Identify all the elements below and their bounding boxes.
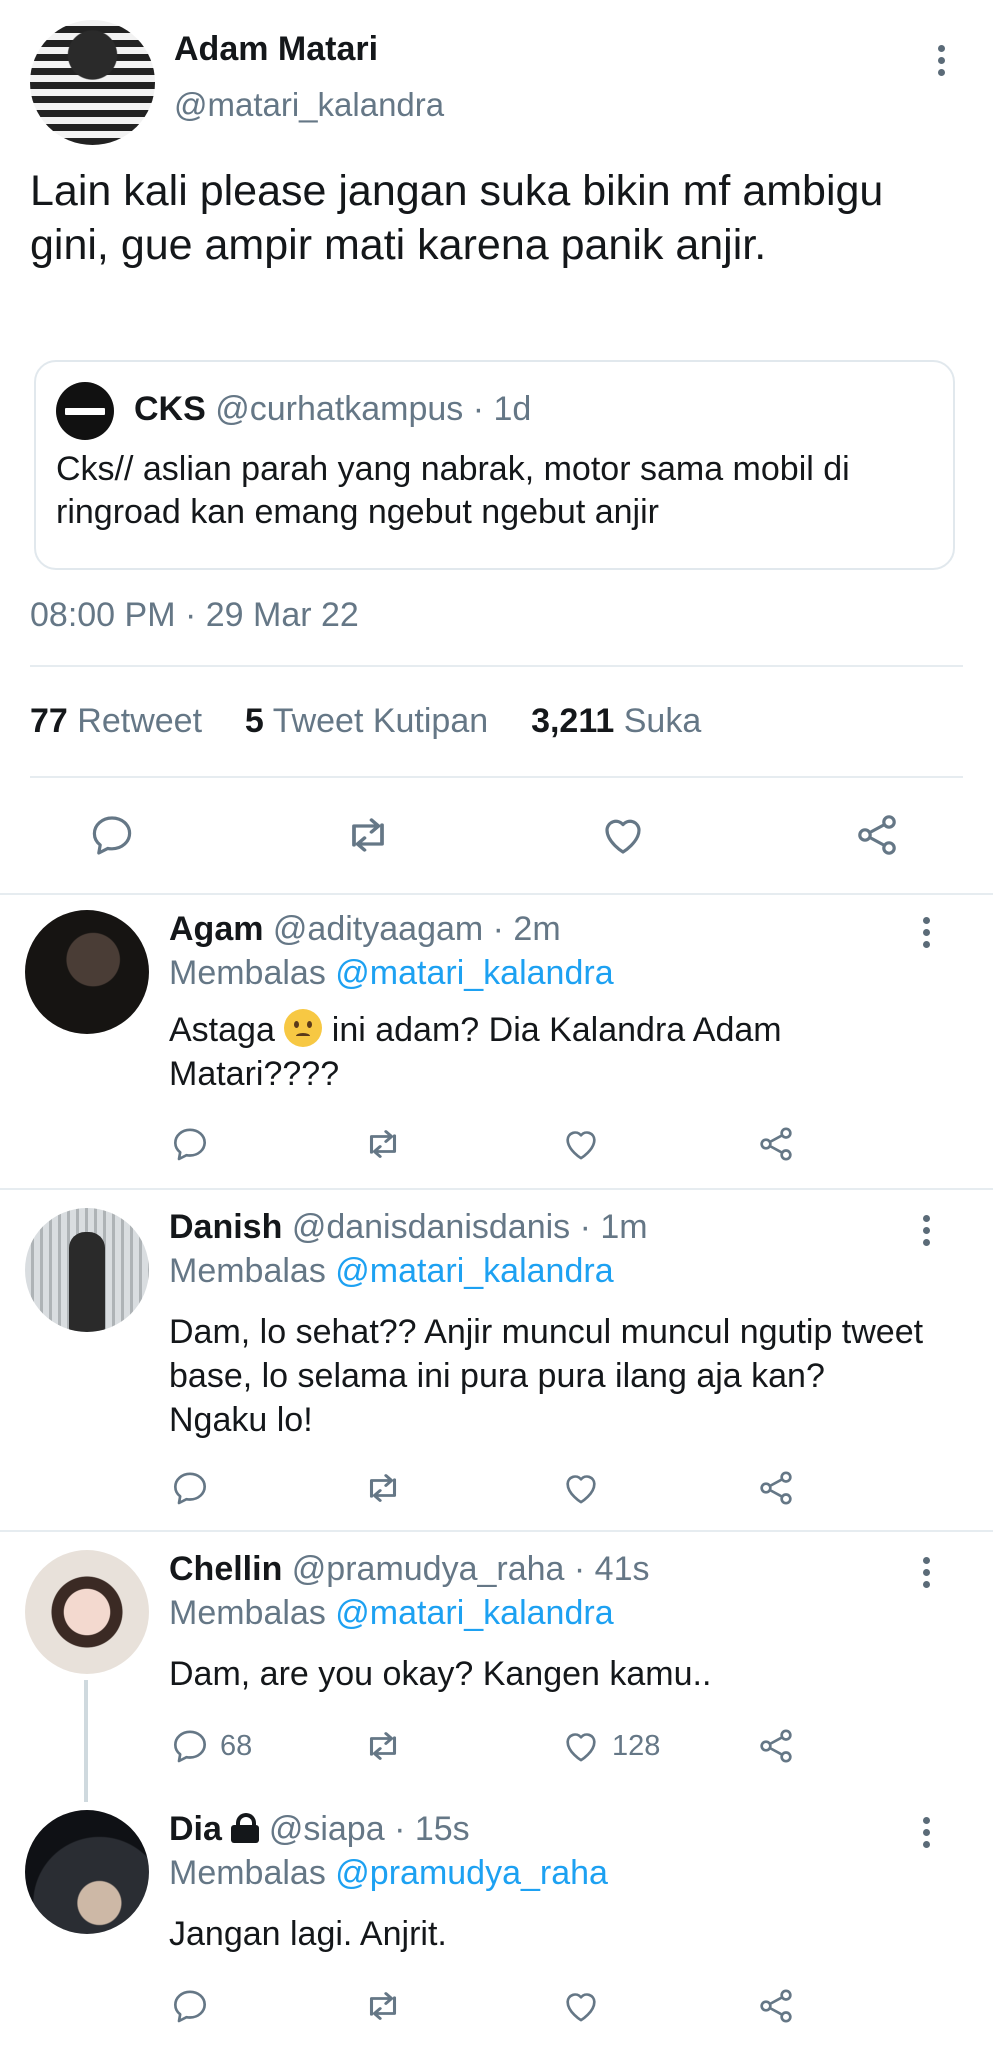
replying-to-handle[interactable]: @matari_kalandra — [335, 1252, 613, 1290]
share-icon[interactable] — [755, 1468, 797, 1508]
share-action[interactable] — [755, 1468, 797, 1508]
divider — [30, 776, 963, 778]
reply-action[interactable] — [170, 1124, 220, 1164]
like-icon[interactable] — [560, 1124, 602, 1164]
replying-to-handle[interactable]: @pramudya_raha — [335, 1854, 608, 1892]
reply-avatar[interactable] — [25, 1550, 149, 1674]
like-count[interactable]: 3,211 — [531, 702, 614, 740]
tweet-stats: 77 Retweet 5 Tweet Kutipan 3,211 Suka — [30, 702, 701, 741]
reply-author-name[interactable]: Danish — [169, 1208, 282, 1246]
reply-avatar[interactable] — [25, 910, 149, 1034]
reply-author-meta: @siapa · 15s — [268, 1810, 470, 1848]
reply-author-meta: @adityaagam · 2m — [272, 910, 561, 948]
replying-to-handle[interactable]: @matari_kalandra — [335, 954, 613, 992]
reply-icon[interactable] — [170, 1726, 210, 1766]
more-options-icon[interactable] — [916, 1812, 936, 1852]
replying-to-handle[interactable]: @matari_kalandra — [335, 1594, 613, 1632]
retweet-icon[interactable] — [340, 811, 396, 859]
reply-author-name[interactable]: Agam — [169, 910, 263, 948]
quoted-author-name: CKS — [134, 390, 206, 428]
retweet-icon[interactable] — [360, 1726, 406, 1766]
retweet-action[interactable] — [360, 1986, 406, 2026]
quoted-tweet[interactable]: CKS @curhatkampus · 1d Cks// aslian para… — [34, 360, 955, 570]
quote-count[interactable]: 5 — [245, 702, 264, 740]
divider — [0, 1530, 993, 1532]
like-icon[interactable] — [598, 811, 648, 859]
reply-icon[interactable] — [170, 1986, 210, 2026]
retweet-icon[interactable] — [360, 1124, 406, 1164]
reply-count: 68 — [220, 1729, 253, 1762]
divider — [0, 1188, 993, 1190]
reply-action[interactable] — [170, 1986, 220, 2026]
divider — [30, 665, 963, 667]
quote-label[interactable]: Tweet Kutipan — [273, 702, 488, 740]
more-options-icon[interactable] — [916, 1210, 936, 1250]
retweet-action[interactable] — [360, 1468, 406, 1508]
reply-avatar[interactable] — [25, 1208, 149, 1332]
lock-icon — [231, 1813, 260, 1843]
like-icon[interactable] — [560, 1726, 602, 1766]
author-name[interactable]: Adam Matari — [174, 30, 378, 69]
like-action[interactable] — [560, 1124, 612, 1164]
reply-avatar[interactable] — [25, 1810, 149, 1934]
share-icon[interactable] — [755, 1124, 797, 1164]
author-avatar[interactable] — [30, 20, 155, 145]
like-icon[interactable] — [560, 1468, 602, 1508]
share-icon[interactable] — [755, 1726, 797, 1766]
author-handle[interactable]: @matari_kalandra — [174, 86, 444, 124]
replying-to-label: Membalas — [169, 1252, 326, 1290]
reply-action[interactable] — [170, 1468, 220, 1508]
reply-action[interactable]: 68 — [170, 1726, 252, 1766]
replying-to-label: Membalas — [169, 954, 326, 992]
quoted-avatar — [56, 382, 114, 440]
reply-icon[interactable] — [88, 811, 136, 859]
like-label[interactable]: Suka — [624, 702, 702, 740]
replying-to-label: Membalas — [169, 1594, 326, 1632]
reply-icon[interactable] — [170, 1468, 210, 1508]
reply-text: Dam, lo sehat?? Anjir muncul muncul ngut… — [169, 1313, 924, 1439]
reply-text: Astaga ini adam? Dia Kalandra Adam Matar… — [169, 1009, 782, 1093]
share-action[interactable] — [755, 1124, 797, 1164]
like-action[interactable]: 128 — [560, 1726, 660, 1766]
like-action[interactable] — [560, 1468, 612, 1508]
reply-author-meta: @pramudya_raha · 41s — [291, 1550, 650, 1588]
replying-to-label: Membalas — [169, 1854, 326, 1892]
tweet-timestamp: 08:00 PM · 29 Mar 22 — [30, 596, 359, 634]
retweet-action[interactable] — [360, 1124, 406, 1164]
share-action[interactable] — [755, 1986, 797, 2026]
reply-icon[interactable] — [170, 1124, 210, 1164]
more-options-icon[interactable] — [931, 40, 951, 80]
divider — [0, 893, 993, 895]
like-icon[interactable] — [560, 1986, 602, 2026]
reply-author-name[interactable]: Chellin — [169, 1550, 282, 1588]
tweet-text: Lain kali please jangan suka bikin mf am… — [30, 167, 884, 269]
like-action[interactable] — [560, 1986, 612, 2026]
reply-text: Dam, are you okay? Kangen kamu.. — [169, 1655, 712, 1693]
reply-author-meta: @danisdanisdanis · 1m — [291, 1208, 648, 1246]
more-options-icon[interactable] — [916, 1552, 936, 1592]
quoted-author-meta: @curhatkampus · 1d — [215, 390, 532, 428]
share-icon[interactable] — [852, 811, 902, 859]
reply-text: Jangan lagi. Anjrit. — [169, 1915, 447, 1953]
share-icon[interactable] — [755, 1986, 797, 2026]
share-action[interactable] — [755, 1726, 797, 1766]
retweet-action[interactable] — [360, 1726, 406, 1766]
reply-author-name[interactable]: Dia — [169, 1810, 222, 1848]
quoted-text: Cks// aslian parah yang nabrak, motor sa… — [56, 450, 850, 531]
retweet-label[interactable]: Retweet — [77, 702, 202, 740]
more-options-icon[interactable] — [916, 912, 936, 952]
like-count: 128 — [612, 1729, 661, 1762]
retweet-icon[interactable] — [360, 1468, 406, 1508]
worried-face-emoji — [284, 1009, 323, 1047]
thread-line — [84, 1680, 88, 1802]
retweet-count[interactable]: 77 — [30, 702, 68, 740]
retweet-icon[interactable] — [360, 1986, 406, 2026]
